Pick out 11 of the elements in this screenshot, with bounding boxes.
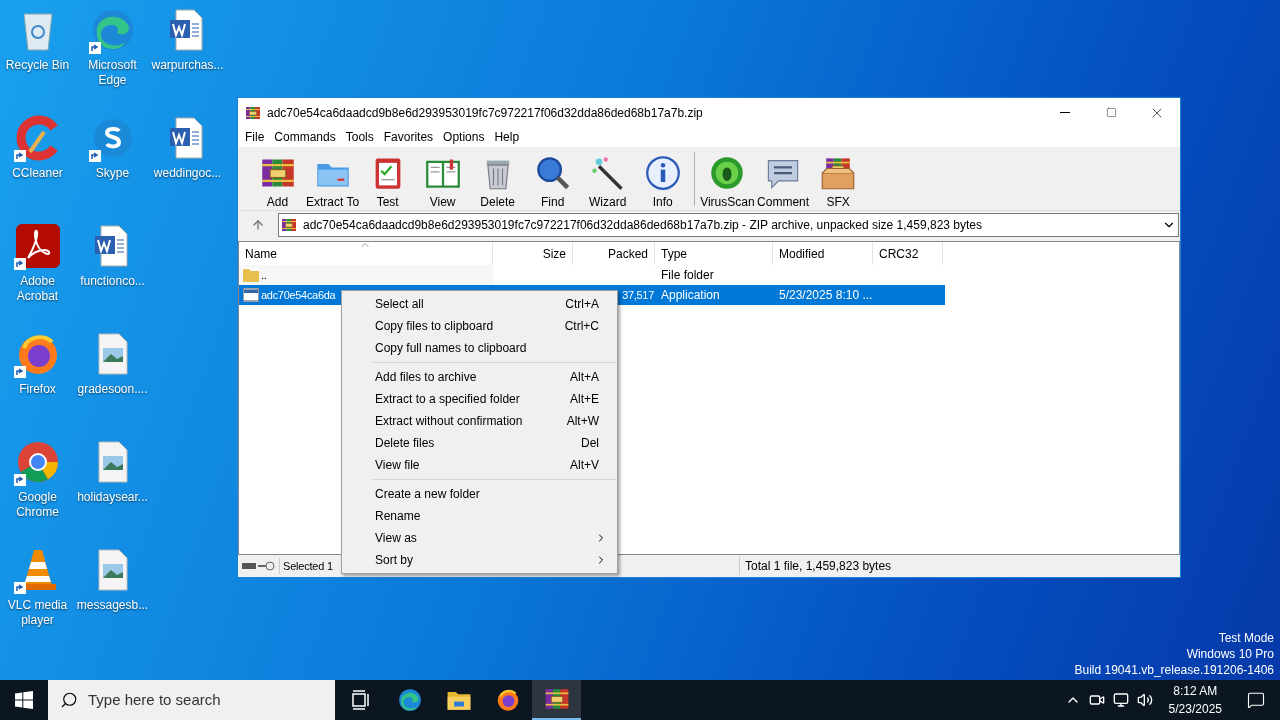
system-notice-text: Windows 10 Pro [1186, 646, 1274, 662]
window-title: adc70e54ca6daadcd9b8e6d293953019fc7c972217f06d32dda86ded68b17a7b.zip [267, 104, 703, 122]
table-cell-text: adc70e54ca6da [261, 287, 336, 303]
table-cell-text: 37,517 [622, 287, 654, 303]
table-cell-text: Application [661, 287, 720, 304]
system-notice-text: Test Mode [1218, 630, 1274, 646]
table-cell-text: .. [261, 267, 267, 283]
system-notice-text: Build 19041.vb_release.191206-1406 [1074, 662, 1274, 678]
table-cell-text: 5/23/2025 8:10 ... [779, 287, 873, 304]
status-total: Total 1 file, 1,459,823 bytes [739, 557, 892, 575]
table-cell-text: File folder [661, 267, 714, 284]
